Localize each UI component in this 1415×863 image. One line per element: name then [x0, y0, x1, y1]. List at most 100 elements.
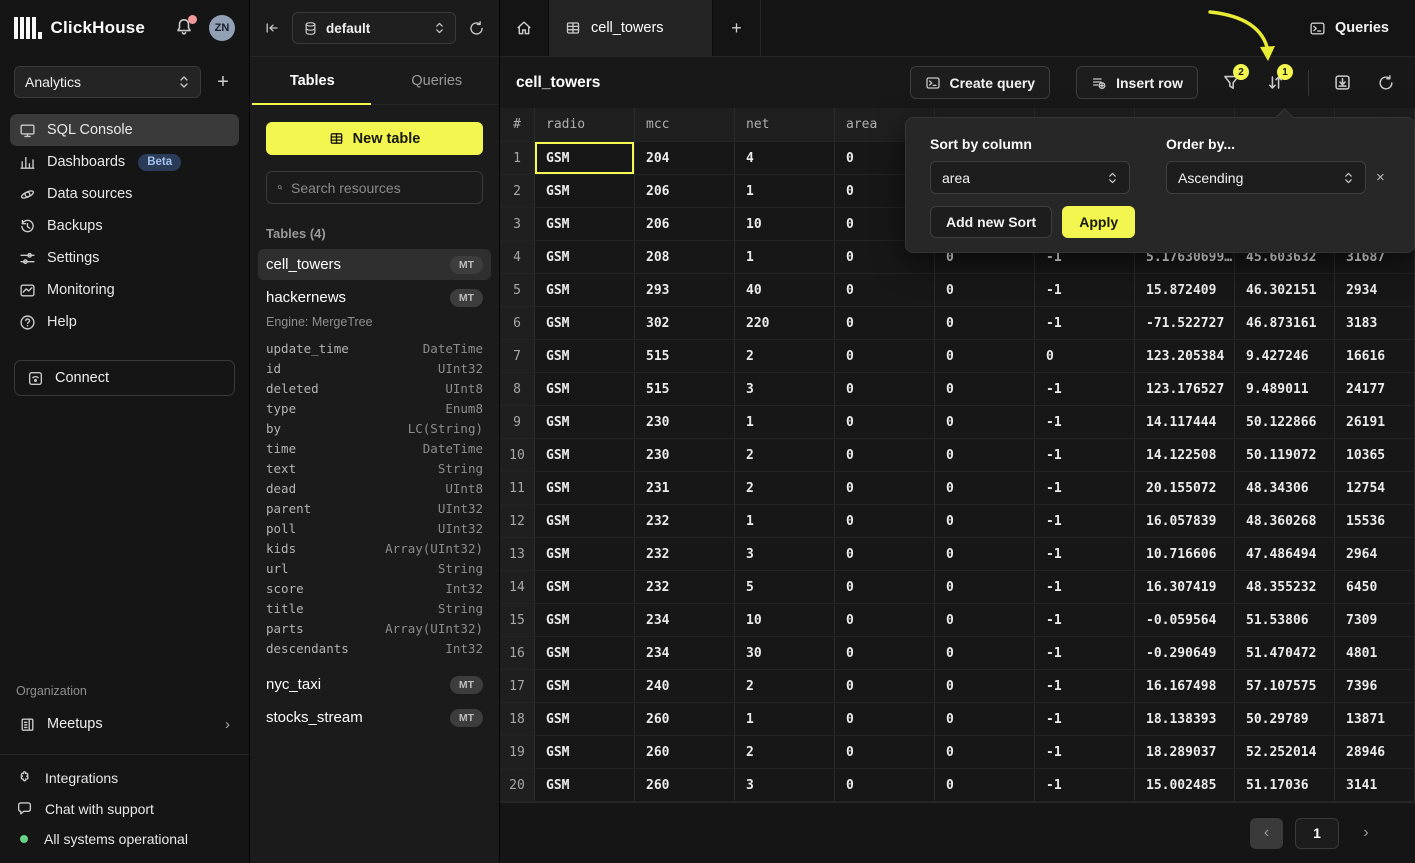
table-cell[interactable]: 0: [835, 340, 935, 372]
table-cell[interactable]: 52.252014: [1235, 736, 1335, 768]
search-resources[interactable]: [266, 171, 483, 204]
search-input[interactable]: [291, 180, 472, 196]
column-header[interactable]: #: [500, 108, 535, 141]
table-cell[interactable]: 206: [635, 208, 735, 240]
table-cell[interactable]: GSM: [535, 406, 635, 438]
table-cell[interactable]: 10: [735, 208, 835, 240]
table-cell[interactable]: 206: [635, 175, 735, 207]
table-cell[interactable]: 260: [635, 703, 735, 735]
table-cell[interactable]: 1: [735, 505, 835, 537]
table-cell[interactable]: 48.34306: [1235, 472, 1335, 504]
table-cell[interactable]: 48.355232: [1235, 571, 1335, 603]
sidebar-item-monitoring[interactable]: Monitoring: [10, 274, 239, 306]
tab-home[interactable]: [500, 0, 548, 56]
table-cell[interactable]: -1: [1035, 703, 1135, 735]
table-cell[interactable]: 0: [835, 769, 935, 801]
table-cell[interactable]: 0: [835, 703, 935, 735]
table-cell[interactable]: 13871: [1335, 703, 1415, 735]
table-cell[interactable]: 1: [735, 703, 835, 735]
table-cell[interactable]: 24177: [1335, 373, 1415, 405]
table-cell[interactable]: 10365: [1335, 439, 1415, 471]
table-cell[interactable]: 3: [735, 538, 835, 570]
table-cell[interactable]: 46.302151: [1235, 274, 1335, 306]
table-cell[interactable]: 2964: [1335, 538, 1415, 570]
table-cell[interactable]: 0: [935, 571, 1035, 603]
table-cell[interactable]: 9.427246: [1235, 340, 1335, 372]
table-cell[interactable]: GSM: [535, 703, 635, 735]
table-cell[interactable]: 0: [1035, 340, 1135, 372]
table-cell[interactable]: 5: [735, 571, 835, 603]
table-cell[interactable]: GSM: [535, 307, 635, 339]
table-cell[interactable]: 0: [935, 406, 1035, 438]
table-cell[interactable]: 123.205384: [1135, 340, 1235, 372]
table-cell[interactable]: -1: [1035, 307, 1135, 339]
table-cell[interactable]: 0: [835, 307, 935, 339]
table-cell[interactable]: 1: [735, 406, 835, 438]
table-cell[interactable]: 7309: [1335, 604, 1415, 636]
table-cell[interactable]: 16.057839: [1135, 505, 1235, 537]
table-cell[interactable]: 16616: [1335, 340, 1415, 372]
table-cell[interactable]: 0: [835, 736, 935, 768]
table-cell[interactable]: 208: [635, 241, 735, 273]
integrations-link[interactable]: Integrations: [16, 769, 233, 786]
table-list-item[interactable]: stocks_streamMT: [258, 702, 491, 733]
table-cell[interactable]: 230: [635, 406, 735, 438]
table-cell[interactable]: 260: [635, 736, 735, 768]
table-cell[interactable]: 0: [935, 439, 1035, 471]
table-cell[interactable]: 0: [835, 505, 935, 537]
table-cell[interactable]: -1: [1035, 769, 1135, 801]
table-cell[interactable]: GSM: [535, 505, 635, 537]
table-cell[interactable]: 50.122866: [1235, 406, 1335, 438]
table-cell[interactable]: GSM: [535, 571, 635, 603]
table-cell[interactable]: 2: [735, 340, 835, 372]
table-cell[interactable]: 230: [635, 439, 735, 471]
table-cell[interactable]: 515: [635, 340, 735, 372]
table-cell[interactable]: 7396: [1335, 670, 1415, 702]
table-cell[interactable]: 4: [735, 142, 835, 174]
column-header[interactable]: mcc: [635, 108, 735, 141]
table-cell[interactable]: 515: [635, 373, 735, 405]
tab-cell-towers[interactable]: cell_towers: [548, 0, 713, 56]
table-cell[interactable]: 0: [935, 274, 1035, 306]
table-cell[interactable]: 20.155072: [1135, 472, 1235, 504]
table-cell[interactable]: 220: [735, 307, 835, 339]
sort-column-select[interactable]: area: [930, 161, 1130, 194]
add-workspace-button[interactable]: +: [211, 71, 235, 94]
table-cell[interactable]: 302: [635, 307, 735, 339]
table-cell[interactable]: 28946: [1335, 736, 1415, 768]
table-cell[interactable]: 0: [835, 538, 935, 570]
table-cell[interactable]: 0: [935, 340, 1035, 372]
remove-sort-button[interactable]: ×: [1372, 161, 1389, 194]
table-cell[interactable]: 2: [735, 736, 835, 768]
table-cell[interactable]: -1: [1035, 439, 1135, 471]
table-cell[interactable]: 48.360268: [1235, 505, 1335, 537]
connect-button[interactable]: Connect: [14, 360, 235, 396]
sidebar-item-help[interactable]: Help: [10, 306, 239, 338]
current-page[interactable]: 1: [1295, 818, 1339, 849]
table-cell[interactable]: 0: [835, 637, 935, 669]
table-cell[interactable]: 0: [935, 472, 1035, 504]
table-cell[interactable]: 232: [635, 571, 735, 603]
collapse-panel-icon[interactable]: [264, 20, 280, 36]
table-cell[interactable]: 232: [635, 538, 735, 570]
table-cell[interactable]: 10: [735, 604, 835, 636]
table-cell[interactable]: 14.117444: [1135, 406, 1235, 438]
table-cell[interactable]: 0: [835, 373, 935, 405]
table-cell[interactable]: -1: [1035, 604, 1135, 636]
apply-sort-button[interactable]: Apply: [1062, 206, 1135, 238]
table-cell[interactable]: 16.167498: [1135, 670, 1235, 702]
table-cell[interactable]: 10.716606: [1135, 538, 1235, 570]
table-cell[interactable]: -1: [1035, 472, 1135, 504]
table-cell[interactable]: 6450: [1335, 571, 1415, 603]
table-cell[interactable]: GSM: [535, 604, 635, 636]
queries-button[interactable]: Queries: [1283, 0, 1415, 56]
table-cell[interactable]: 0: [835, 406, 935, 438]
prev-page-button[interactable]: ‹: [1250, 818, 1283, 849]
add-new-sort-button[interactable]: Add new Sort: [930, 206, 1052, 238]
table-cell[interactable]: -1: [1035, 373, 1135, 405]
table-cell[interactable]: -0.059564: [1135, 604, 1235, 636]
avatar[interactable]: ZN: [209, 15, 235, 41]
table-cell[interactable]: 0: [835, 571, 935, 603]
table-cell[interactable]: GSM: [535, 769, 635, 801]
table-cell[interactable]: 4801: [1335, 637, 1415, 669]
